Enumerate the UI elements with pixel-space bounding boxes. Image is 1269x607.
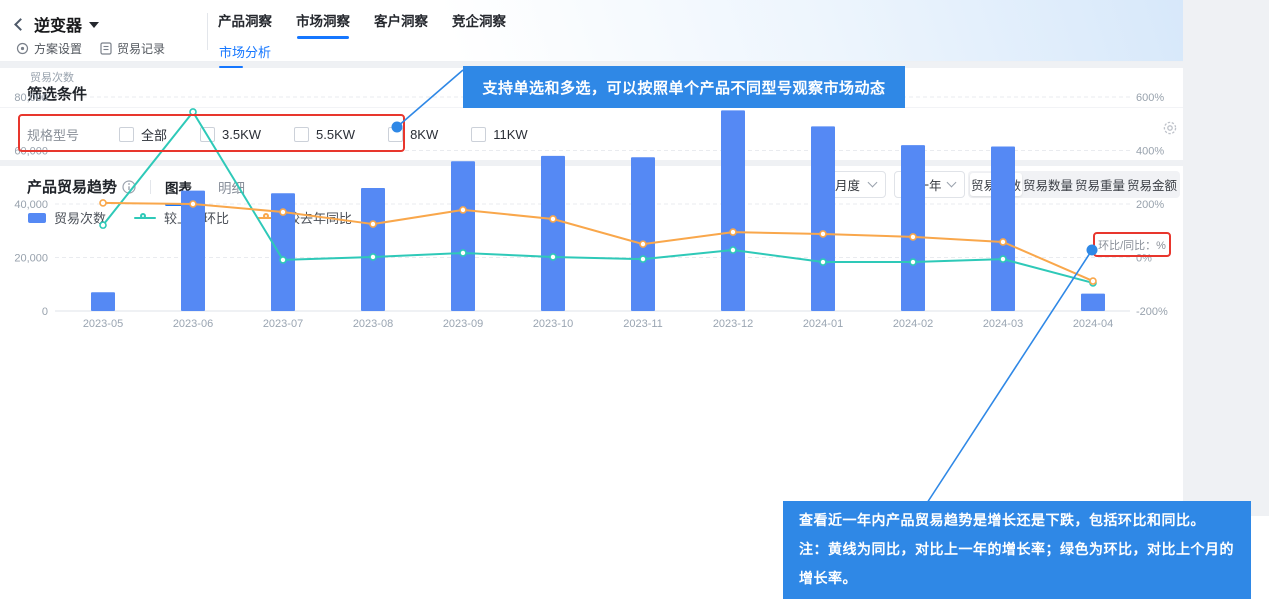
tab-product-insight[interactable]: 产品洞察 — [218, 10, 272, 39]
checkbox-option-all[interactable]: 全部 — [119, 125, 167, 144]
checkbox-box[interactable] — [388, 127, 403, 142]
trend-tooltip: 查看近一年内产品贸易趋势是增长还是下跌，包括环比和同比。 注：黄线为同比，对比上… — [783, 501, 1251, 599]
checkbox-option-5-5kw[interactable]: 5.5KW — [294, 127, 355, 142]
subtab-market-analysis[interactable]: 市场分析 — [219, 42, 271, 68]
period-select[interactable]: 月度 — [825, 171, 886, 198]
checkbox-option-3-5kw[interactable]: 3.5KW — [200, 127, 261, 142]
trade-records-label: 贸易记录 — [117, 40, 165, 57]
legend-label: 较上月环比 — [164, 208, 229, 227]
legend-mom[interactable]: 较上月环比 — [134, 208, 229, 227]
metric-segmented-control: 贸易次数 贸易数量 贸易重量 贸易金额 — [968, 171, 1180, 198]
spec-field-label: 规格型号 — [27, 125, 79, 144]
checkbox-label: 5.5KW — [316, 127, 355, 142]
legend-label: 贸易次数 — [54, 208, 106, 227]
filter-title: 筛选条件 — [27, 83, 87, 104]
trend-title: 产品贸易趋势 — [27, 176, 117, 197]
back-icon[interactable] — [14, 18, 27, 31]
page-gutter — [1183, 0, 1269, 516]
metric-trade-count-button[interactable]: 贸易次数 — [970, 173, 1022, 196]
gear-icon[interactable] — [1162, 120, 1178, 136]
checkbox-label: 11KW — [493, 127, 527, 142]
tab-competitor-insight[interactable]: 竞企洞察 — [452, 10, 506, 39]
filter-tooltip-text: 支持单选和多选，可以按照单个产品不同型号观察市场动态 — [482, 77, 885, 98]
chevron-down-icon — [947, 178, 957, 188]
period-select-value: 月度 — [835, 175, 860, 194]
info-icon[interactable] — [122, 180, 136, 194]
checkbox-label: 3.5KW — [222, 127, 261, 142]
view-tab-chart[interactable]: 图表 — [165, 177, 192, 197]
metric-trade-quantity-button[interactable]: 贸易数量 — [1022, 173, 1074, 196]
line-swatch — [257, 213, 279, 223]
chart-legend: 贸易次数 较上月环比 较去年同比 — [28, 208, 352, 227]
line-swatch — [134, 213, 156, 223]
filter-tooltip: 支持单选和多选，可以按照单个产品不同型号观察市场动态 — [463, 66, 905, 108]
metric-trade-amount-button[interactable]: 贸易金额 — [1126, 173, 1178, 196]
checkbox-box[interactable] — [294, 127, 309, 142]
tab-customer-insight[interactable]: 客户洞察 — [374, 10, 428, 39]
scheme-settings-label: 方案设置 — [34, 40, 82, 57]
chevron-down-icon — [868, 178, 878, 188]
range-select-value: 近一年 — [904, 175, 942, 194]
trend-card: 产品贸易趋势 图表 明细 月度 近一年 贸易次数 贸易数量 贸易重量 贸易金额 — [0, 166, 1183, 516]
caret-down-icon[interactable] — [89, 22, 99, 28]
checkbox-box[interactable] — [471, 127, 486, 142]
checkbox-box[interactable] — [200, 127, 215, 142]
legend-trade-count[interactable]: 贸易次数 — [28, 208, 106, 227]
checkbox-box[interactable] — [119, 127, 134, 142]
target-icon — [16, 42, 29, 55]
page-header: 逆变器 方案设置 贸易记录 产品洞察 市场 — [0, 0, 1183, 62]
metric-trade-weight-button[interactable]: 贸易重量 — [1074, 173, 1126, 196]
divider — [150, 180, 151, 194]
document-icon — [100, 42, 112, 55]
divider — [207, 13, 208, 50]
tab-market-insight[interactable]: 市场洞察 — [296, 10, 350, 39]
market-insight-page: 逆变器 方案设置 贸易记录 产品洞察 市场 — [0, 0, 1269, 607]
scheme-settings-button[interactable]: 方案设置 — [16, 40, 82, 57]
checkbox-option-11kw[interactable]: 11KW — [471, 127, 527, 142]
trend-tooltip-line2: 注：黄线为同比，对比上一年的增长率；绿色为环比，对比上个月的增长率。 — [799, 535, 1235, 593]
bar-swatch — [28, 213, 46, 223]
view-tab-detail[interactable]: 明细 — [218, 177, 245, 197]
trade-records-button[interactable]: 贸易记录 — [100, 40, 165, 57]
page-title[interactable]: 逆变器 — [34, 12, 82, 36]
spec-filter-row: 规格型号 全部 3.5KW 5.5KW 8KW 11KW — [27, 119, 561, 149]
legend-yoy[interactable]: 较去年同比 — [257, 208, 352, 227]
legend-label: 较去年同比 — [287, 208, 352, 227]
trend-tooltip-line1: 查看近一年内产品贸易趋势是增长还是下跌，包括环比和同比。 — [799, 506, 1235, 535]
checkbox-option-8kw[interactable]: 8KW — [388, 127, 438, 142]
top-tabs: 产品洞察 市场洞察 客户洞察 竞企洞察 — [218, 10, 506, 39]
checkbox-label: 全部 — [141, 125, 167, 144]
range-select[interactable]: 近一年 — [894, 171, 965, 198]
checkbox-label: 8KW — [410, 127, 438, 142]
